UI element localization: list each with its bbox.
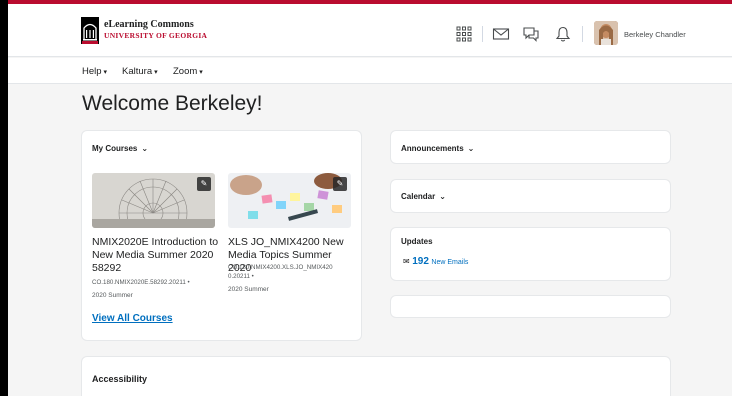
my-courses-header[interactable]: My Courses ⌄ xyxy=(92,144,148,153)
course-semester: 2020 Summer xyxy=(228,286,269,293)
view-all-courses-link[interactable]: View All Courses xyxy=(92,313,173,324)
announcements-widget: Announcements ⌄ xyxy=(391,131,670,163)
chevron-down-icon: ▾ xyxy=(154,69,158,76)
nav-item-zoom[interactable]: Zoom ▾ xyxy=(173,66,203,77)
nav-item-label: Zoom xyxy=(173,66,198,77)
org-name[interactable]: eLearning Commons xyxy=(104,19,194,30)
nav-item-kaltura[interactable]: Kaltura ▾ xyxy=(122,66,158,77)
announcements-header[interactable]: Announcements ⌄ xyxy=(401,144,474,153)
bell-icon[interactable] xyxy=(554,25,572,43)
new-emails-link[interactable]: ✉ 192 New Emails xyxy=(403,256,468,267)
calendar-header[interactable]: Calendar ⌄ xyxy=(401,192,446,201)
header-divider xyxy=(582,26,583,42)
widget-title: My Courses xyxy=(92,144,138,153)
nav-item-label: Kaltura xyxy=(122,66,153,77)
browser-viewport: eLearning Commons UNIVERSITY OF GEORGIA xyxy=(8,0,732,396)
site-header: eLearning Commons UNIVERSITY OF GEORGIA xyxy=(8,4,732,57)
user-avatar[interactable] xyxy=(594,21,618,45)
course-name[interactable]: NMIX2020E Introduction to New Media Summ… xyxy=(92,236,220,275)
envelope-icon[interactable] xyxy=(492,25,510,43)
course-image[interactable]: ✎ xyxy=(228,173,351,228)
chevron-down-icon: ⌄ xyxy=(439,192,446,201)
course-image[interactable]: ✎ xyxy=(92,173,215,228)
email-count-label: New Emails xyxy=(431,259,469,266)
course-semester: 2020 Summer xyxy=(92,292,133,299)
widget-title: Calendar xyxy=(401,192,436,201)
course-code: CO.180.NMIX2020E.58292.20211 • xyxy=(92,279,190,286)
course-code-text: CO.180.NMIX4200.XLS.JO_NMIX420 0.20211 xyxy=(228,264,333,280)
chat-bubbles-icon[interactable] xyxy=(522,25,540,43)
chevron-down-icon: ⌄ xyxy=(141,144,149,153)
grid-icon[interactable] xyxy=(455,25,473,43)
widget-title: Announcements xyxy=(401,144,464,153)
accessibility-title[interactable]: Accessibility xyxy=(92,374,147,384)
my-courses-widget: My Courses ⌄ ✎ NMIX2020E Introduction to… xyxy=(82,131,361,340)
navigation-bar: Help ▾ Kaltura ▾ Zoom ▾ xyxy=(8,58,732,84)
uga-arch-logo-icon[interactable] xyxy=(81,17,99,44)
accessibility-widget: Accessibility xyxy=(82,357,670,396)
nav-item-label: Help xyxy=(82,66,102,77)
pin-icon[interactable]: ✎ xyxy=(333,177,347,191)
header-divider xyxy=(482,26,483,42)
org-subtitle[interactable]: UNIVERSITY OF GEORGIA xyxy=(104,31,207,40)
chevron-down-icon: ⌄ xyxy=(467,144,475,153)
email-count: 192 xyxy=(412,256,429,267)
course-code: CO.180.NMIX4200.XLS.JO_NMIX420 0.20211 • xyxy=(228,264,333,280)
updates-title: Updates xyxy=(401,237,433,246)
updates-widget: Updates ✉ 192 New Emails xyxy=(391,228,670,280)
course-code-text: CO.180.NMIX2020E.58292.20211 xyxy=(92,279,186,286)
chevron-down-icon: ▾ xyxy=(103,69,108,76)
page-title: Welcome Berkeley! xyxy=(82,92,263,115)
chevron-down-icon: ▾ xyxy=(199,69,203,76)
nav-item-help[interactable]: Help ▾ xyxy=(82,66,107,77)
empty-widget xyxy=(391,296,670,317)
user-name[interactable]: Berkeley Chandler xyxy=(624,30,686,39)
calendar-widget: Calendar ⌄ xyxy=(391,180,670,212)
envelope-icon: ✉ xyxy=(403,257,410,266)
pin-icon[interactable]: ✎ xyxy=(197,177,211,191)
